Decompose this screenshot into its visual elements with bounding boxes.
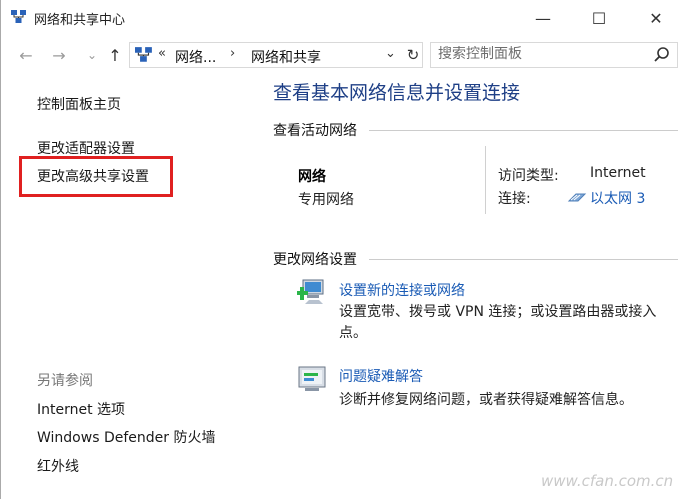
back-arrow-icon: ← <box>19 45 33 65</box>
maximize-button[interactable]: ☐ <box>579 6 619 30</box>
window-title: 网络和共享中心 <box>34 13 126 28</box>
section-divider <box>369 259 678 260</box>
control-panel-home-link[interactable]: 控制面板主页 <box>37 94 121 114</box>
setup-new-connection-description: 设置宽带、拨号或 VPN 连接；或设置路由器或接入点。 <box>339 304 657 341</box>
watermark: www.cfan.com.cn <box>541 472 674 490</box>
minimize-icon: — <box>535 8 551 28</box>
close-button[interactable]: ✕ <box>636 6 676 30</box>
internet-options-link[interactable]: Internet 选项 <box>37 399 125 419</box>
infrared-link[interactable]: 红外线 <box>37 456 79 476</box>
network-type-link[interactable]: 专用网络 <box>298 189 354 209</box>
troubleshoot-icon <box>298 366 326 391</box>
close-icon: ✕ <box>649 8 663 28</box>
refresh-icon: ↻ <box>406 46 420 64</box>
ethernet-connection-link[interactable]: 以太网 3 <box>590 188 645 208</box>
breadcrumb-overflow[interactable]: « <box>158 46 166 61</box>
breadcrumb-separator[interactable]: › <box>230 46 235 61</box>
vertical-divider <box>485 146 486 214</box>
network-center-icon <box>135 47 152 62</box>
ethernet-icon <box>567 193 587 202</box>
change-adapter-settings-link[interactable]: 更改适配器设置 <box>37 138 135 158</box>
refresh-button[interactable]: ↻ <box>402 44 424 66</box>
see-also-heading: 另请参阅 <box>37 373 93 389</box>
search-icon[interactable] <box>653 46 671 64</box>
highlight-annotation <box>19 156 173 197</box>
page-title: 查看基本网络信息并设置连接 <box>273 82 521 104</box>
troubleshoot-description: 诊断并修复网络问题，或者获得疑难解答信息。 <box>339 392 633 408</box>
setup-new-connection-link[interactable]: 设置新的连接或网络 <box>339 280 465 300</box>
control-panel-window: 网络和共享中心 — ☐ ✕ ← → ⌄ ↑ « 网络... › 网络和共享 ⌄ … <box>0 0 685 499</box>
section-divider <box>369 130 678 131</box>
back-button[interactable]: ← <box>15 44 37 66</box>
breadcrumb-sharing-center[interactable]: 网络和共享 <box>251 47 321 67</box>
search-input[interactable] <box>438 46 638 62</box>
forward-arrow-icon: → <box>52 45 66 65</box>
troubleshoot-link[interactable]: 问题疑难解答 <box>339 366 423 386</box>
address-dropdown-icon[interactable]: ⌄ <box>385 46 396 61</box>
connections-label: 连接: <box>498 191 531 207</box>
title-bar: 网络和共享中心 — ☐ ✕ <box>1 0 685 36</box>
change-network-settings-heading: 更改网络设置 <box>273 252 357 268</box>
search-box[interactable] <box>430 42 678 68</box>
network-name: 网络 <box>298 169 326 185</box>
network-center-icon <box>11 10 26 23</box>
active-networks-heading: 查看活动网络 <box>273 123 357 139</box>
breadcrumb-network[interactable]: 网络... <box>175 47 216 67</box>
maximize-icon: ☐ <box>591 8 607 28</box>
recent-locations-button[interactable]: ⌄ <box>81 44 103 66</box>
up-button[interactable]: ↑ <box>104 44 126 66</box>
windows-defender-firewall-link[interactable]: Windows Defender 防火墙 <box>37 427 215 447</box>
access-type-value: Internet <box>590 165 646 181</box>
access-type-label: 访问类型: <box>498 168 559 184</box>
new-connection-icon <box>297 279 324 304</box>
minimize-button[interactable]: — <box>523 6 563 30</box>
chevron-down-icon: ⌄ <box>86 48 98 62</box>
address-bar[interactable]: « 网络... › 网络和共享 ⌄ <box>129 42 423 68</box>
forward-button[interactable]: → <box>48 44 70 66</box>
up-arrow-icon: ↑ <box>108 45 122 65</box>
